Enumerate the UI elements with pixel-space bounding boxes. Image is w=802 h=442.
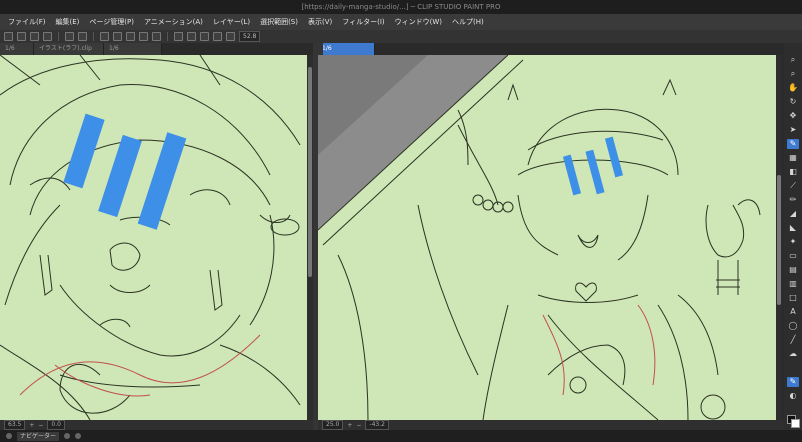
fill-icon[interactable] <box>113 32 122 41</box>
menu-selection[interactable]: 選択範囲(S) <box>260 17 298 27</box>
correct-line-icon[interactable]: ╱ <box>787 335 799 345</box>
pen-pressure-icon[interactable] <box>213 32 222 41</box>
fill-icon[interactable]: ▤ <box>787 265 799 275</box>
bottom-bar: ナビゲーター <box>0 430 802 442</box>
transform-icon[interactable] <box>152 32 161 41</box>
toolbar-separator <box>93 32 94 41</box>
snap-ruler-icon[interactable] <box>174 32 183 41</box>
invert-selection-icon[interactable] <box>139 32 148 41</box>
zoom-out-icon[interactable]: − <box>38 422 43 429</box>
eyedropper-icon[interactable]: ⟋ <box>787 181 799 191</box>
menu-bar: ファイル(F) 編集(E) ページ管理(P) アニメーション(A) レイヤー(L… <box>0 14 802 30</box>
zoom-out-icon[interactable]: − <box>356 422 361 429</box>
panel-icon[interactable] <box>64 433 71 439</box>
menu-view[interactable]: 表示(V) <box>308 17 332 27</box>
new-file-icon[interactable] <box>17 32 26 41</box>
pencil-icon[interactable]: ✏ <box>787 195 799 205</box>
right-scroll-thumb[interactable] <box>777 175 781 305</box>
color-icon[interactable]: ◐ <box>787 391 799 401</box>
toolbar-separator <box>58 32 59 41</box>
menu-filter[interactable]: フィルター(I) <box>342 17 384 27</box>
menu-animation[interactable]: アニメーション(A) <box>144 17 203 27</box>
tab-doc-3[interactable]: 1/6 <box>104 43 162 55</box>
sub-color-swatch[interactable] <box>791 419 800 428</box>
move-icon[interactable]: ✥ <box>787 111 799 121</box>
panel-icon[interactable] <box>75 433 82 439</box>
brush-icon[interactable]: ◢ <box>787 209 799 219</box>
zoom-in-icon[interactable]: + <box>347 422 352 429</box>
tab-doc-1[interactable]: 1/6 <box>0 43 34 55</box>
rotate-icon[interactable]: ↻ <box>787 97 799 107</box>
pen-icon[interactable]: ✎ <box>787 139 799 149</box>
tab-doc-2[interactable]: イラスト(ラフ).clip <box>34 43 104 55</box>
fill-tool-icon[interactable]: ✎ <box>787 377 799 387</box>
tool-panel: ⌕ ⌕ ✋ ↻ ✥ ➤ ✎ ▦ ◧ ⟋ ✏ ◢ ◣ ✦ ▭ ▤ ▥ □ A ◯ … <box>784 43 802 430</box>
hand-icon[interactable]: ✋ <box>787 83 799 93</box>
airbrush-icon[interactable]: ◣ <box>787 223 799 233</box>
left-scroll-thumb[interactable] <box>308 67 312 277</box>
right-zoom-value[interactable]: 25.0 <box>322 420 344 430</box>
undo-icon[interactable] <box>65 32 74 41</box>
auto-select-icon[interactable]: ◧ <box>787 167 799 177</box>
select-layer-icon[interactable]: ➤ <box>787 125 799 135</box>
toolbar-separator <box>167 32 168 41</box>
zoom-icon[interactable]: ⌕ <box>787 55 799 65</box>
snap-special-ruler-icon[interactable] <box>187 32 196 41</box>
deselect-icon[interactable] <box>126 32 135 41</box>
menu-edit[interactable]: 編集(E) <box>56 17 80 27</box>
right-status-bar: 25.0 + − -43.2 <box>318 420 784 430</box>
menu-layer[interactable]: レイヤー(L) <box>213 17 250 27</box>
right-angle-value[interactable]: -43.2 <box>365 420 389 430</box>
text-icon[interactable]: A <box>787 307 799 317</box>
right-lineart <box>318 55 761 420</box>
figure-icon[interactable]: □ <box>787 293 799 303</box>
panel-icon[interactable] <box>6 433 12 439</box>
window-title: [https://daily-manga-studio/...] ─ CLIP … <box>0 0 802 14</box>
left-angle-value[interactable]: 0.0 <box>47 420 65 430</box>
clear-icon[interactable] <box>100 32 109 41</box>
open-file-icon[interactable] <box>30 32 39 41</box>
navigator-label[interactable]: ナビゲーター <box>17 431 60 441</box>
canvas-left[interactable] <box>0 55 307 420</box>
menu-page[interactable]: ページ管理(P) <box>89 17 134 27</box>
left-lineart <box>0 55 301 420</box>
snap-grid-icon[interactable] <box>200 32 209 41</box>
toolbar-zoom-value[interactable]: 52.8 <box>239 31 261 42</box>
left-status-bar: 63.5 + − 0.0 <box>0 420 313 430</box>
document-tabs: 1/6 イラスト(ラフ).clip 1/6 1/6 <box>0 43 802 55</box>
balloon-icon[interactable]: ◯ <box>787 321 799 331</box>
canvas-right[interactable] <box>318 55 776 420</box>
decoration-icon[interactable]: ✦ <box>787 237 799 247</box>
right-scrollbar[interactable] <box>776 55 782 420</box>
tab-doc-4[interactable]: 1/6 <box>317 43 375 55</box>
blend-icon[interactable]: ☁ <box>787 349 799 359</box>
color-settings-icon[interactable] <box>226 32 235 41</box>
marquee-icon[interactable]: ▦ <box>787 153 799 163</box>
zoom-in-icon[interactable]: + <box>29 422 34 429</box>
menu-icon[interactable] <box>4 32 13 41</box>
zoom-out-icon[interactable]: ⌕ <box>787 69 799 79</box>
left-zoom-value[interactable]: 63.5 <box>4 420 26 430</box>
menu-window[interactable]: ウィンドウ(W) <box>395 17 442 27</box>
menu-file[interactable]: ファイル(F) <box>8 17 46 27</box>
menu-help[interactable]: ヘルプ(H) <box>452 17 484 27</box>
save-icon[interactable] <box>43 32 52 41</box>
command-bar: 52.8 <box>0 30 802 43</box>
eraser-icon[interactable]: ▭ <box>787 251 799 261</box>
gradient-icon[interactable]: ▥ <box>787 279 799 289</box>
redo-icon[interactable] <box>78 32 87 41</box>
